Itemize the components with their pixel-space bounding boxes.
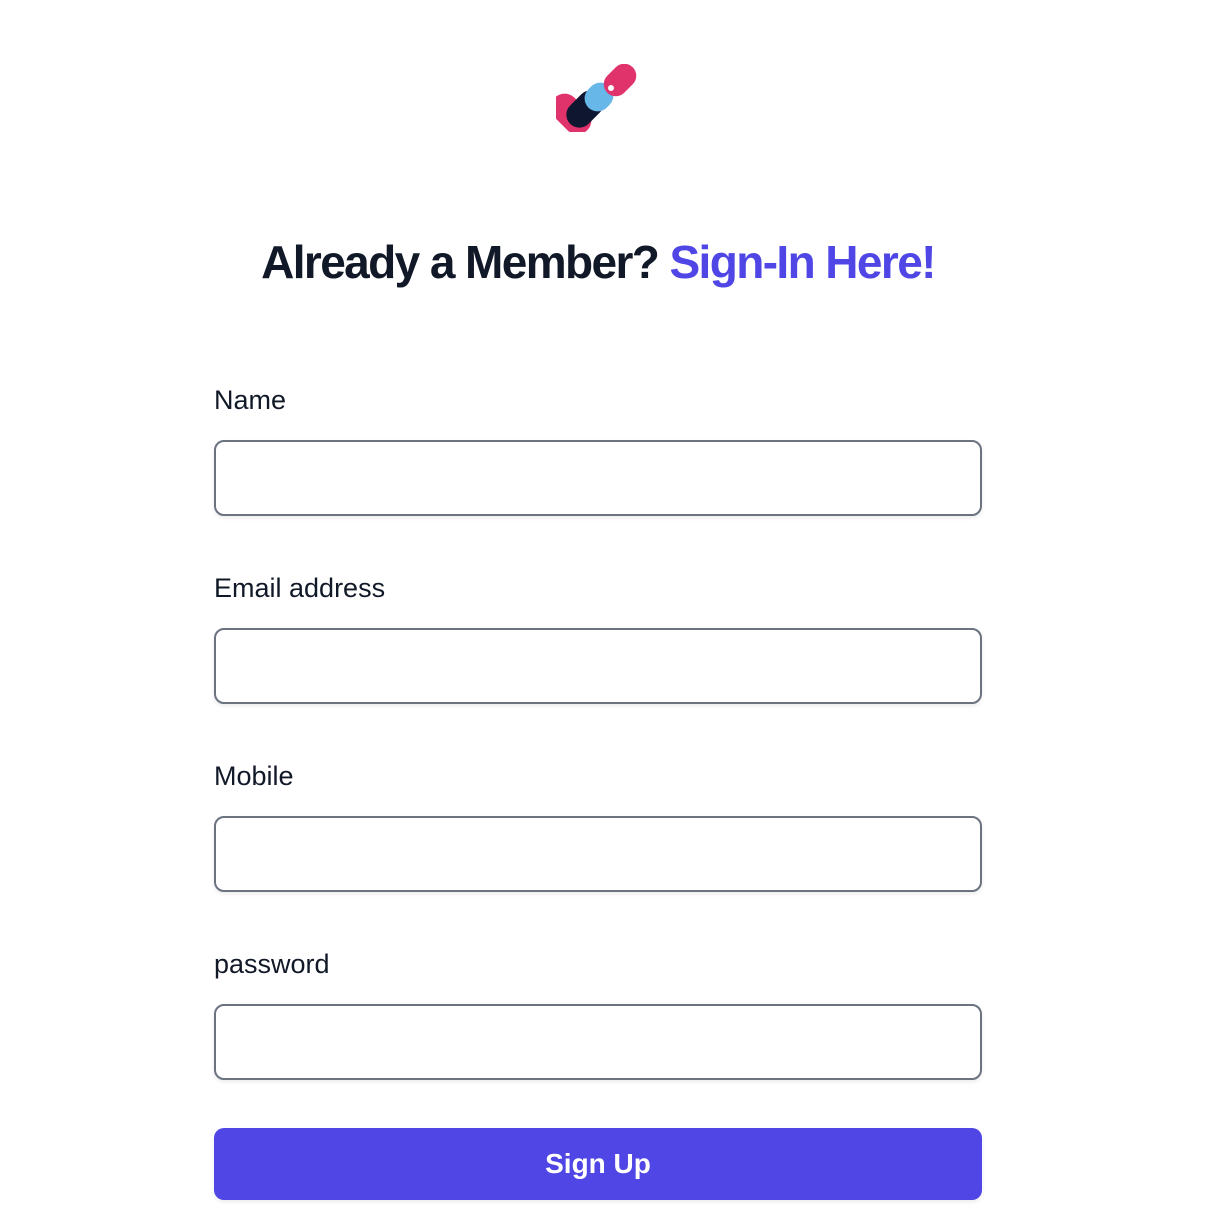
email-label: Email address (214, 573, 386, 603)
name-input[interactable] (214, 440, 982, 516)
password-label: password (214, 949, 330, 979)
mobile-input[interactable] (214, 816, 982, 892)
heart-logo-icon (556, 64, 637, 132)
sign-up-button[interactable]: Sign Up (214, 1128, 982, 1200)
email-input[interactable] (214, 628, 982, 704)
name-label: Name (214, 385, 287, 415)
sign-in-link[interactable]: Sign-In Here! (669, 236, 936, 288)
password-input[interactable] (214, 1004, 982, 1080)
mobile-label: Mobile (214, 761, 294, 791)
heading-prefix: Already a Member? (261, 236, 670, 288)
page-title: Already a Member? Sign-In Here! (0, 232, 1196, 292)
